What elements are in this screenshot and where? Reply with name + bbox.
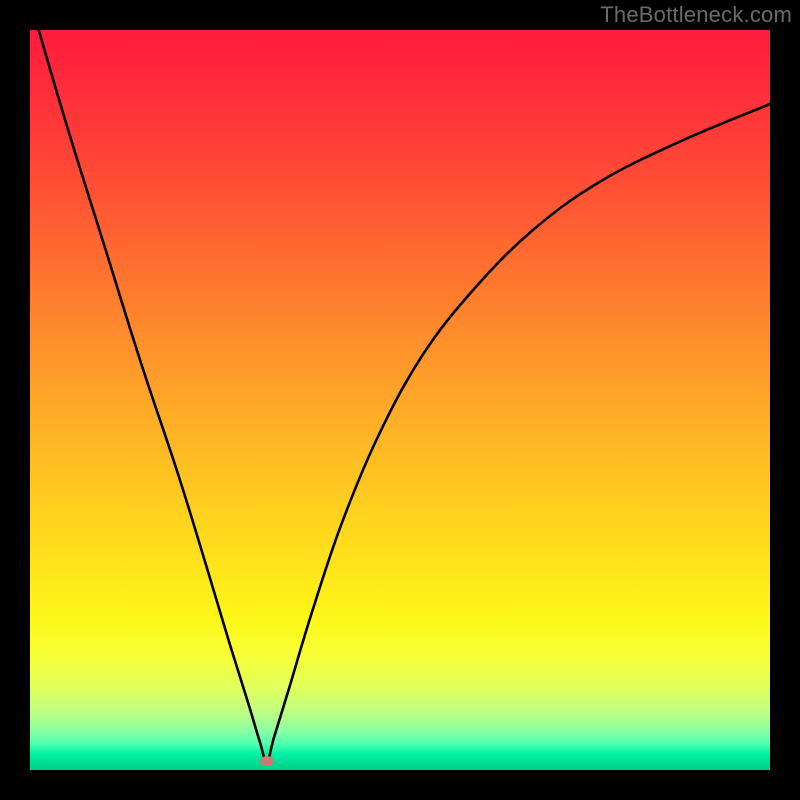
optimum-marker [260,756,274,766]
plot-area [30,30,770,770]
watermark-text: TheBottleneck.com [600,2,792,28]
curve-layer [30,30,770,770]
bottleneck-curve [30,30,770,761]
chart-frame: TheBottleneck.com [0,0,800,800]
